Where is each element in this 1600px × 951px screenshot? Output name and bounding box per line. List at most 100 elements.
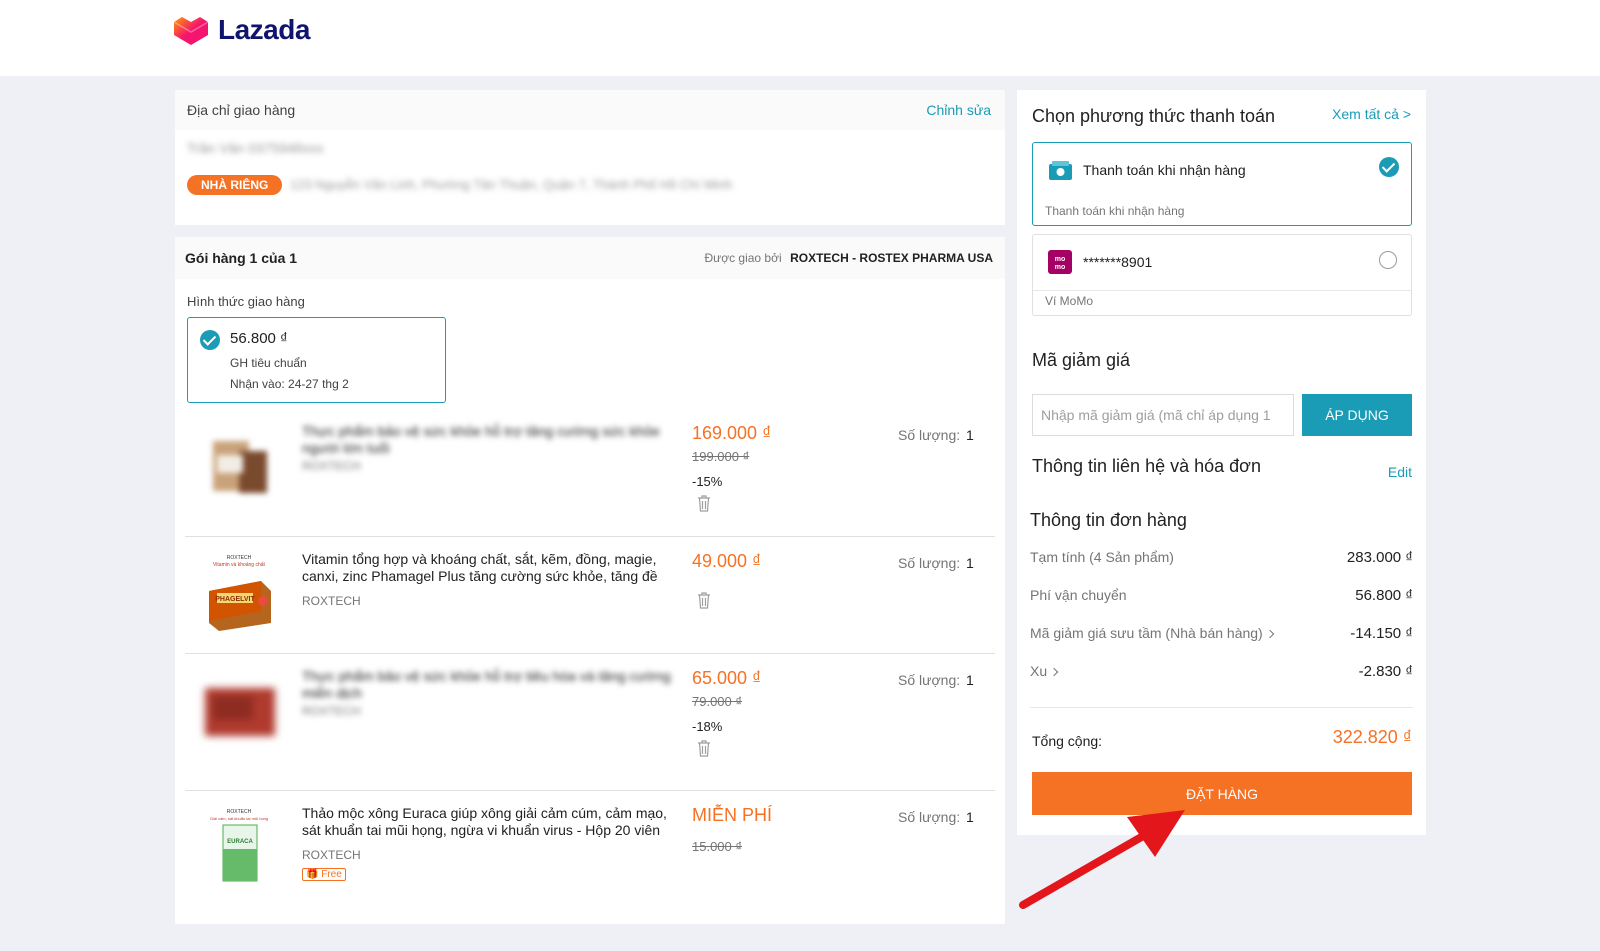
product-name[interactable]: Vitamin tổng hợp và khoáng chất, sắt, kẽ… <box>302 551 687 585</box>
trash-icon[interactable] <box>697 592 711 609</box>
brand-name: Lazada <box>218 14 310 45</box>
product-brand: ROXTECH <box>302 704 361 718</box>
free-gift-tag: 🎁 Free <box>302 868 346 881</box>
cash-icon <box>1049 161 1072 180</box>
package-header: Gói hàng 1 của 1 Được giao bởi ROXTECH -… <box>175 237 1005 279</box>
gift-icon: 🎁 <box>306 869 319 880</box>
check-circle-icon <box>200 330 220 350</box>
summary-row-seller-voucher[interactable]: Mã giảm giá sưu tầm (Nhà bán hàng) -14.1… <box>1030 625 1413 642</box>
shipping-type: GH tiêu chuẩn <box>230 356 307 370</box>
delivered-by-label: Được giao bởi <box>704 251 782 265</box>
quantity-value: 1 <box>966 427 974 443</box>
shipping-fee: 56.800 ₫ <box>230 330 288 347</box>
edit-contact-link[interactable]: Edit <box>1388 464 1412 480</box>
red-pointer-arrow-icon <box>1019 810 1185 909</box>
address-header: Địa chỉ giao hàng Chỉnh sửa <box>175 90 1005 130</box>
summary-label: Phí vận chuyển <box>1030 587 1127 603</box>
contact-invoice-title: Thông tin liên hệ và hóa đơn <box>1032 456 1261 476</box>
lazada-logo[interactable]: Lazada <box>172 14 310 46</box>
radio-unselected-icon[interactable] <box>1379 251 1397 269</box>
cart-item: Thực phẩm bảo vệ sức khỏe hỗ trợ tăng cư… <box>185 409 995 537</box>
summary-value: 56.800 ₫ <box>1355 587 1413 604</box>
product-name[interactable]: Thực phẩm bảo vệ sức khỏe hỗ trợ tăng cư… <box>302 423 687 457</box>
apply-voucher-button[interactable]: ÁP DỤNG <box>1302 394 1412 436</box>
cart-item: Thực phẩm bảo vệ sức khỏe hỗ trợ tiêu hó… <box>185 654 995 791</box>
cart-item: ROXTECH Giải cảm, sát khuẩn tai mũi họng… <box>185 791 995 916</box>
see-all-payment-link[interactable]: Xem tất cả > <box>1332 106 1411 122</box>
shipping-method-label: Hình thức giao hàng <box>187 294 305 309</box>
summary-value: 283.000 ₫ <box>1346 549 1413 566</box>
summary-value: -14.150 ₫ <box>1350 625 1413 642</box>
order-summary-title: Thông tin đơn hàng <box>1030 510 1187 530</box>
svg-text:Vitamin và khoáng chất: Vitamin và khoáng chất <box>213 562 265 568</box>
voucher-code-input[interactable] <box>1032 394 1294 436</box>
product-old-price: 79.000 ₫ <box>692 694 743 709</box>
product-quantity: Số lượng: 1 <box>898 672 974 688</box>
payment-option-row: Thanh toán khi nhận hàng <box>1033 143 1411 199</box>
product-quantity: Số lượng: 1 <box>898 427 974 443</box>
address-line: 123 Nguyễn Văn Linh, Phường Tân Thuận, Q… <box>290 177 733 192</box>
summary-label: Xu <box>1030 663 1059 680</box>
payment-option-name: Thanh toán khi nhận hàng <box>1083 162 1246 178</box>
package-panel: Gói hàng 1 của 1 Được giao bởi ROXTECH -… <box>175 237 1005 924</box>
seller-name[interactable]: ROXTECH - ROSTEX PHARMA USA <box>790 251 993 265</box>
quantity-value: 1 <box>966 555 974 571</box>
product-price: 65.000 ₫ <box>692 668 762 688</box>
payment-option-sub: Ví MoMo <box>1045 294 1094 308</box>
checkout-summary-panel: Chọn phương thức thanh toán Xem tất cả >… <box>1017 90 1426 835</box>
delivered-by: Được giao bởi ROXTECH - ROSTEX PHARMA US… <box>705 249 994 267</box>
product-brand: ROXTECH <box>302 459 361 473</box>
free-tag-label: Free <box>321 869 342 880</box>
svg-text:mo: mo <box>1055 256 1066 263</box>
package-title: Gói hàng 1 của 1 <box>185 250 298 266</box>
product-discount: -18% <box>692 719 723 734</box>
delivery-address-panel: Địa chỉ giao hàng Chỉnh sửa Trần Văn 037… <box>175 90 1005 225</box>
product-brand: ROXTECH <box>302 848 361 862</box>
product-quantity: Số lượng: 1 <box>898 555 974 571</box>
total-value: 322.820 ₫ <box>1332 727 1412 747</box>
product-box-label: PHAGELVIT <box>215 596 255 603</box>
product-image[interactable] <box>199 668 279 748</box>
shipping-eta: Nhận vào: 24-27 thg 2 <box>230 377 349 391</box>
payment-method-title: Chọn phương thức thanh toán <box>1032 106 1276 126</box>
edit-address-link[interactable]: Chỉnh sửa <box>926 102 991 118</box>
product-image[interactable]: ROXTECH Vitamin và khoáng chất PHAGELVIT <box>199 551 279 631</box>
svg-text:EURACA: EURACA <box>227 839 253 845</box>
product-name[interactable]: Thực phẩm bảo vệ sức khỏe hỗ trợ tiêu hó… <box>302 668 687 702</box>
svg-text:mo: mo <box>1055 264 1066 271</box>
trash-icon[interactable] <box>697 740 711 757</box>
quantity-label: Số lượng: <box>898 672 961 688</box>
recipient-name-phone: Trần Văn 0375948xxx <box>187 140 324 156</box>
quantity-value: 1 <box>966 672 974 688</box>
shipping-option-card[interactable]: 56.800 ₫ GH tiêu chuẩn Nhận vào: 24-27 t… <box>187 317 446 403</box>
product-price: MIỄN PHÍ <box>692 805 773 825</box>
summary-row-shipping: Phí vận chuyển 56.800 ₫ <box>1030 587 1413 604</box>
svg-text:ROXTECH: ROXTECH <box>227 555 252 561</box>
payment-option-momo[interactable]: mo mo *******8901 Ví MoMo <box>1032 234 1412 316</box>
product-image[interactable] <box>199 423 279 503</box>
chevron-right-icon <box>1265 630 1274 639</box>
summary-label-text: Mã giảm giá sưu tầm (Nhà bán hàng) <box>1030 625 1263 641</box>
quantity-label: Số lượng: <box>898 427 961 443</box>
payment-option-name: *******8901 <box>1083 254 1153 270</box>
svg-text:ROXTECH: ROXTECH <box>227 809 252 815</box>
product-discount: -15% <box>692 474 723 489</box>
product-quantity: Số lượng: 1 <box>898 809 974 825</box>
svg-text:Giải cảm, sát khuẩn tai mũi họ: Giải cảm, sát khuẩn tai mũi họng <box>210 816 268 821</box>
product-price: 49.000 ₫ <box>692 551 762 571</box>
chevron-right-icon <box>1049 668 1059 677</box>
summary-divider <box>1030 707 1413 708</box>
summary-label: Tạm tính (4 Sản phẩm) <box>1030 549 1174 565</box>
address-title: Địa chỉ giao hàng <box>187 102 296 118</box>
summary-row-subtotal: Tạm tính (4 Sản phẩm) 283.000 ₫ <box>1030 549 1413 566</box>
home-tag-badge: NHÀ RIÊNG <box>187 175 283 195</box>
trash-icon[interactable] <box>697 495 711 512</box>
summary-row-coins[interactable]: Xu -2.830 ₫ <box>1030 663 1413 680</box>
product-old-price: 15.000 ₫ <box>692 839 743 854</box>
product-name[interactable]: Thảo mộc xông Euraca giúp xông giải cảm … <box>302 805 687 839</box>
selected-check-icon <box>1379 157 1399 177</box>
product-old-price: 199.000 ₫ <box>692 449 750 464</box>
payment-option-cod[interactable]: Thanh toán khi nhận hàng Thanh toán khi … <box>1032 142 1412 226</box>
product-image[interactable]: ROXTECH Giải cảm, sát khuẩn tai mũi họng… <box>199 805 279 885</box>
voucher-title: Mã giảm giá <box>1032 350 1131 370</box>
